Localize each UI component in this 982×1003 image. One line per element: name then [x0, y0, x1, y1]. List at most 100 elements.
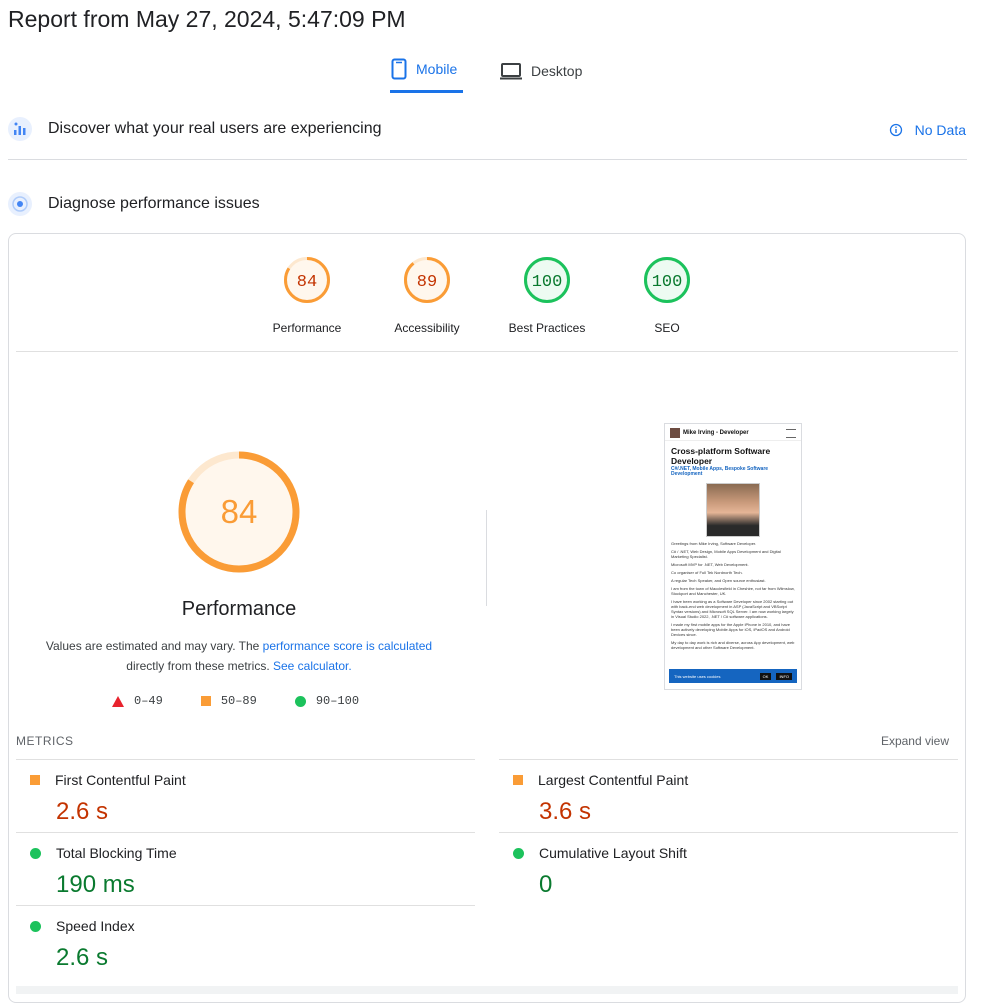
tab-mobile[interactable]: Mobile [390, 54, 463, 93]
performance-title: Performance [181, 598, 297, 620]
square-icon [30, 775, 40, 785]
gauge-label: Best Practices [508, 321, 586, 335]
tab-label: Desktop [531, 62, 583, 79]
cookie-text: This website uses cookies [674, 673, 721, 679]
metric-lcp: Largest Contentful Paint 3.6 s [499, 759, 958, 826]
metric-divider [499, 832, 958, 833]
circle-icon [30, 920, 41, 932]
metrics-header: METRICS [16, 734, 74, 748]
site-logo [670, 428, 680, 438]
cookie-ok-button: OK [759, 672, 772, 680]
performance-big-gauge: 84 [178, 451, 300, 573]
metric-value: 190 ms [56, 871, 135, 898]
circle-icon [513, 847, 524, 859]
section-divider [8, 159, 967, 160]
metric-divider [16, 832, 475, 833]
legend-range: 50–89 [220, 694, 257, 708]
legend-range: 0–49 [134, 694, 163, 708]
page-title: Report from May 27, 2024, 5:47:09 PM [8, 6, 406, 32]
metric-value: 3.6 s [539, 798, 592, 825]
laptop-icon [500, 62, 522, 79]
gauge-ring: 100 [524, 257, 570, 303]
metric-divider [16, 759, 475, 760]
shot-paragraph: C# / .NET, Web Design, Mobile Apps Devel… [671, 549, 781, 559]
phone-icon [391, 58, 407, 80]
desc-text: directly from these metrics. [126, 659, 273, 673]
desc-text: Values are estimated and may vary. The [45, 639, 263, 653]
shot-paragraph: I am from the town of Macclesfield in Ch… [671, 586, 795, 596]
no-data-indicator[interactable]: No Data [889, 122, 966, 138]
shot-paragraph: Microsoft MVP for .NET, Web Development. [671, 562, 749, 567]
gauge-score: 89 [417, 273, 437, 292]
gauge-best-practices[interactable]: 100 Best Practices [497, 256, 597, 335]
gauge-score: 84 [297, 273, 317, 292]
cookie-banner: This website uses cookies OK INFO [669, 669, 797, 683]
gauge-label: SEO [654, 321, 680, 335]
profile-photo [706, 483, 760, 537]
shot-paragraph: A regular Tech Speaker, and Open source … [671, 578, 766, 583]
menu-icon [786, 428, 796, 438]
metric-name: First Contentful Paint [55, 772, 186, 788]
see-calculator-link[interactable]: See calculator. [273, 659, 352, 673]
metric-fcp: First Contentful Paint 2.6 s [16, 759, 475, 826]
shot-paragraph: Greetings from Mike Irving, Software Dev… [671, 541, 757, 546]
performance-description: Values are estimated and may vary. The p… [40, 636, 438, 676]
vertical-divider [486, 510, 487, 606]
gauge-performance[interactable]: 84 Performance [257, 256, 357, 335]
metric-value: 2.6 s [56, 798, 109, 825]
gauge-ring: 89 [404, 257, 450, 303]
metric-value: 0 [539, 871, 553, 898]
metric-name: Total Blocking Time [56, 845, 177, 861]
bottom-bar [16, 986, 958, 994]
shot-heading: Cross-platform Software Developer [671, 446, 771, 466]
legend-fail: 0–49 [112, 694, 163, 708]
gauge-accessibility[interactable]: 89 Accessibility [377, 256, 477, 335]
legend-average: 50–89 [200, 694, 257, 708]
legend-pass: 90–100 [294, 694, 360, 708]
score-legend: 0–49 50–89 90–100 [112, 694, 397, 708]
diagnose-label: Diagnose performance issues [48, 195, 260, 212]
metric-divider [499, 759, 958, 760]
shot-paragraph: I made my first mobile apps for the Appl… [671, 622, 790, 637]
circle-icon [294, 695, 306, 707]
metric-name: Speed Index [56, 918, 135, 934]
score-calculated-link[interactable]: performance score is calculated [263, 639, 432, 653]
gauge-seo[interactable]: 100 SEO [617, 256, 717, 335]
no-data-label: No Data [914, 122, 966, 138]
expand-view-button[interactable]: Expand view [881, 734, 949, 748]
device-tabs: Mobile Desktop [390, 54, 582, 93]
tab-desktop[interactable]: Desktop [499, 54, 582, 93]
field-data-label: Discover what your real users are experi… [48, 120, 382, 137]
square-icon [200, 696, 211, 706]
users-chart-icon [8, 117, 32, 141]
diagnose-row: Diagnose performance issues [8, 192, 967, 216]
shot-paragraph: I have been working as a Software Develo… [671, 599, 794, 619]
cookie-info-button: INFO [776, 672, 792, 680]
metric-name: Largest Contentful Paint [538, 772, 689, 788]
metric-value: 2.6 s [56, 944, 109, 971]
gauge-ring: 84 [284, 257, 330, 303]
metric-divider [16, 905, 475, 906]
gauge-ring: 100 [644, 257, 690, 303]
shot-subheading: C#/.NET, Mobile Apps, Bespoke Software D… [671, 466, 769, 477]
gauge-label: Performance [272, 321, 342, 335]
metric-cls: Cumulative Layout Shift 0 [499, 832, 958, 899]
shot-paragraph: Co organiser of Full Tek Nordnorth Tech. [671, 570, 743, 575]
final-screenshot[interactable]: Mike Irving - Developer Cross-platform S… [664, 423, 802, 690]
gauge-score: 100 [652, 273, 683, 292]
shot-site-name: Mike Irving - Developer [683, 429, 749, 436]
tab-label: Mobile [416, 61, 458, 77]
metric-name: Cumulative Layout Shift [539, 845, 687, 861]
info-icon [889, 123, 902, 137]
triangle-icon [112, 695, 124, 707]
metric-tbt: Total Blocking Time 190 ms [16, 832, 475, 899]
big-gauge-score: 84 [221, 493, 258, 530]
metric-si: Speed Index 2.6 s [16, 905, 475, 972]
legend-range: 90–100 [315, 694, 360, 708]
circle-icon [30, 847, 41, 859]
shot-paragraph: My day to day work is rich and diverse, … [671, 640, 795, 650]
gauge-label: Accessibility [394, 321, 460, 335]
gauge-score: 100 [532, 273, 563, 292]
gauges-divider [16, 351, 958, 352]
square-icon [513, 775, 523, 785]
